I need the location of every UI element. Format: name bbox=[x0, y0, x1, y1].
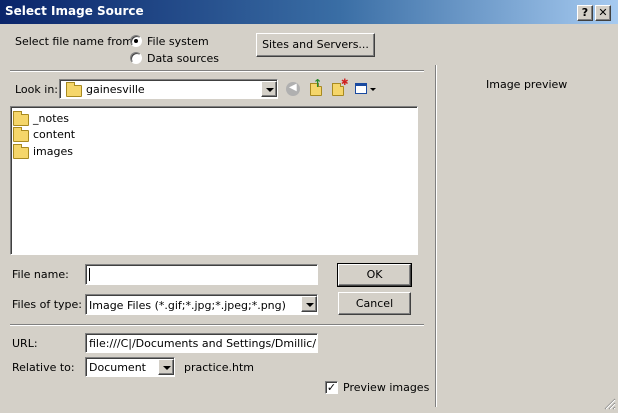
look-in-label: Look in: bbox=[15, 83, 58, 96]
look-in-combo[interactable]: gainesville bbox=[59, 79, 278, 99]
checkmark-icon: ✓ bbox=[326, 381, 337, 394]
file-system-label[interactable]: File system bbox=[147, 35, 209, 48]
look-in-dropdown-arrow[interactable] bbox=[261, 81, 277, 97]
top-separator bbox=[10, 70, 424, 72]
folder-icon bbox=[13, 127, 29, 142]
source-label: Select file name from: bbox=[15, 35, 137, 48]
data-sources-radio[interactable] bbox=[130, 52, 142, 64]
relative-to-label: Relative to: bbox=[12, 361, 75, 374]
list-item[interactable]: _notes bbox=[13, 111, 163, 127]
preview-images-label[interactable]: Preview images bbox=[343, 381, 429, 394]
preview-images-checkbox[interactable]: ✓ bbox=[325, 381, 338, 394]
help-button[interactable]: ? bbox=[577, 5, 593, 21]
cancel-button[interactable]: Cancel bbox=[338, 292, 411, 315]
image-preview-title: Image preview bbox=[486, 78, 568, 91]
url-label: URL: bbox=[12, 337, 38, 350]
look-in-value: gainesville bbox=[86, 83, 145, 96]
list-item-label: images bbox=[33, 145, 73, 158]
relative-to-dropdown-arrow[interactable] bbox=[158, 359, 174, 375]
up-folder-icon[interactable]: ↑ bbox=[310, 77, 324, 96]
sites-and-servers-button[interactable]: Sites and Servers... bbox=[256, 33, 375, 57]
new-folder-icon[interactable]: ✱ bbox=[332, 78, 349, 96]
file-system-radio[interactable] bbox=[130, 35, 142, 47]
url-value: file:///C|/Documents and Settings/Dmilli… bbox=[89, 337, 318, 350]
view-menu-icon[interactable] bbox=[355, 81, 379, 96]
ok-button[interactable]: OK bbox=[337, 263, 412, 287]
list-item[interactable]: content bbox=[13, 127, 163, 143]
folder-icon bbox=[13, 144, 29, 159]
folder-icon bbox=[66, 82, 82, 97]
file-list[interactable]: _notes content images bbox=[10, 106, 418, 255]
list-item-label: _notes bbox=[33, 112, 70, 125]
text-cursor bbox=[89, 268, 90, 281]
files-of-type-label: Files of type: bbox=[12, 298, 83, 311]
relative-to-combo[interactable]: Document bbox=[85, 357, 175, 377]
list-item-label: content bbox=[33, 128, 76, 141]
title-bar: Select Image Source ? ✕ bbox=[0, 0, 618, 24]
bottom-separator bbox=[10, 324, 424, 326]
back-icon[interactable]: ◀ bbox=[286, 82, 300, 96]
folder-icon bbox=[13, 111, 29, 126]
file-name-label: File name: bbox=[12, 268, 69, 281]
list-item[interactable]: images bbox=[13, 144, 163, 160]
url-input[interactable]: file:///C|/Documents and Settings/Dmilli… bbox=[85, 333, 318, 353]
data-sources-label[interactable]: Data sources bbox=[147, 52, 219, 65]
close-button[interactable]: ✕ bbox=[595, 5, 611, 21]
files-of-type-dropdown-arrow[interactable] bbox=[301, 296, 317, 312]
files-of-type-value: Image Files (*.gif;*.jpg;*.jpeg;*.png) bbox=[89, 299, 286, 312]
resize-grip-icon[interactable] bbox=[602, 396, 616, 410]
file-name-input[interactable] bbox=[85, 264, 318, 285]
close-icon: ✕ bbox=[598, 6, 608, 19]
files-of-type-combo[interactable]: Image Files (*.gif;*.jpg;*.jpeg;*.png) bbox=[85, 294, 318, 315]
relative-to-value: Document bbox=[89, 361, 146, 374]
window-title: Select Image Source bbox=[5, 4, 144, 18]
preview-divider bbox=[435, 65, 437, 407]
relative-file-name: practice.htm bbox=[184, 361, 254, 374]
